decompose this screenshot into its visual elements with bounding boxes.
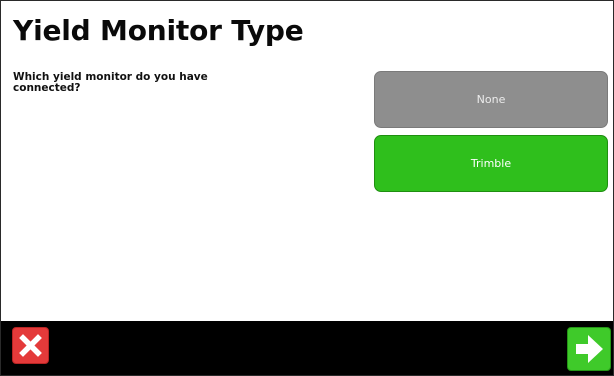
option-trimble-label: Trimble <box>470 157 512 170</box>
option-none-button[interactable]: None <box>374 71 608 128</box>
page-title: Yield Monitor Type <box>13 14 304 47</box>
bottom-bar <box>1 321 613 375</box>
question-text: Which yield monitor do you have connecte… <box>13 71 208 94</box>
yield-monitor-type-screen: Yield Monitor Type Which yield monitor d… <box>0 0 614 376</box>
arrow-right-icon <box>576 335 603 363</box>
next-button[interactable] <box>567 327 611 371</box>
cancel-button[interactable] <box>12 327 49 364</box>
option-none-label: None <box>476 93 506 106</box>
close-icon <box>19 334 42 357</box>
option-trimble-button[interactable]: Trimble <box>374 135 608 192</box>
